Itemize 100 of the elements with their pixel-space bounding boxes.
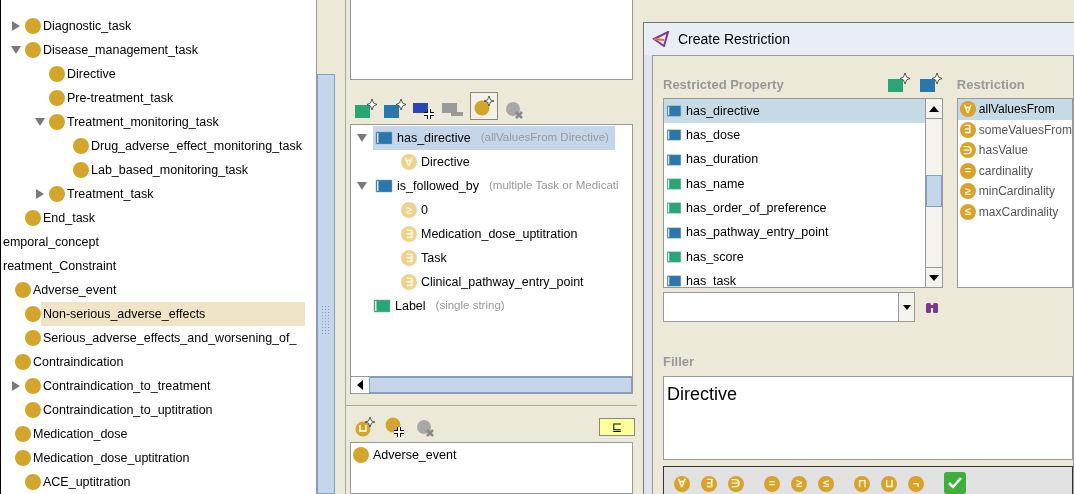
restriction-filler[interactable]: Directive [421, 152, 470, 172]
property-name: Label [395, 297, 426, 315]
restriction-star-icon [473, 95, 495, 117]
restriction-list-item[interactable]: ∀ allValuesFrom [957, 99, 1072, 120]
property-combo-box[interactable] [663, 292, 915, 322]
property-icon [666, 202, 682, 215]
restriction-list-item[interactable]: ∃ someValuesFrom [957, 119, 1072, 140]
collapsed-triangle-icon[interactable] [11, 21, 21, 31]
tree-item[interactable]: Drug_adverse_effect_monitoring_task [89, 134, 304, 158]
restriction-symbol-icon: ∀ [959, 101, 976, 118]
class-icon [25, 330, 41, 346]
restriction-filler[interactable]: Clinical_pathway_entry_point [421, 272, 584, 292]
class-icon [25, 474, 41, 490]
property-list-item[interactable]: has_order_of_preference [664, 196, 925, 221]
property-row[interactable]: has_directive (allValuesFrom Directive) [373, 126, 615, 150]
property-list-item[interactable]: has_score [664, 244, 925, 270]
restriction-symbol-icon: ∃ [401, 250, 417, 266]
property-icon [373, 299, 391, 313]
tree-item[interactable]: emporal_concept [1, 230, 101, 254]
add-class-icon[interactable] [384, 416, 406, 438]
expanded-triangle-icon[interactable] [357, 133, 367, 143]
restriction-list-item[interactable]: ≤ maxCardinality [957, 201, 1072, 222]
tree-item[interactable]: Treatment_monitoring_task [65, 110, 221, 134]
restriction-filler[interactable]: Task [421, 248, 447, 268]
class-icon [49, 114, 65, 130]
class-icon [25, 18, 41, 34]
property-name: has_directive [397, 129, 471, 147]
property-row[interactable]: Label (single string) [371, 294, 511, 318]
restriction-list-item[interactable]: ≥ minCardinality [957, 181, 1072, 202]
window-title: Create Restriction [678, 29, 791, 49]
add-datatype-property-icon[interactable] [886, 72, 911, 94]
section-heading: Restriction [956, 75, 1025, 94]
class-icon [15, 354, 31, 370]
property-icon [666, 129, 682, 142]
restriction-symbol-icon: ∃ [959, 121, 976, 138]
property-list-item[interactable]: has_task [664, 269, 925, 287]
tree-item[interactable]: Disease_management_task [41, 38, 200, 62]
property-icon [666, 178, 682, 191]
tree-item[interactable]: ACE_uptitration [41, 470, 133, 494]
tree-item[interactable]: Adverse_event [31, 278, 119, 302]
tree-item[interactable]: Contraindication [31, 350, 126, 374]
tree-item[interactable]: Treatment_task [65, 182, 156, 206]
class-icon [73, 138, 89, 154]
property-list-item[interactable]: has_name [664, 171, 925, 197]
restriction-symbol-icon: ∃ [401, 226, 417, 242]
property-row[interactable]: is_followed_by (multiple Task or Medicati [373, 174, 625, 198]
class-icon [49, 66, 65, 82]
checkmark-icon [948, 476, 962, 489]
expanded-triangle-icon[interactable] [35, 117, 45, 127]
app-logo-icon [652, 31, 670, 47]
class-icon [15, 282, 31, 298]
tree-item[interactable]: Pre-treatment_task [65, 86, 176, 110]
confirm-button[interactable] [944, 471, 966, 494]
subclass-button[interactable]: ⊑ [599, 418, 635, 436]
tree-item[interactable]: Diagnostic_task [41, 14, 134, 38]
add-object-property-icon[interactable] [918, 72, 943, 94]
list-item[interactable]: Adverse_event [373, 445, 457, 465]
collapsed-triangle-icon[interactable] [35, 189, 45, 199]
property-name: is_followed_by [397, 177, 479, 195]
tree-item[interactable]: reatment_Constraint [1, 254, 119, 278]
class-icon [25, 42, 41, 58]
property-icon [666, 153, 682, 166]
tree-item[interactable]: Contraindication_to_treatment [41, 374, 213, 398]
class-icon [15, 426, 31, 442]
collapsed-triangle-icon[interactable] [11, 381, 21, 391]
class-icon [73, 162, 89, 178]
tree-item[interactable]: Serious_adverse_effects_and_worsening_of_ [41, 326, 299, 350]
property-list-item[interactable]: has_directive [664, 99, 925, 124]
add-object-property-icon[interactable] [383, 98, 407, 120]
restriction-symbol-icon: ≥ [401, 202, 417, 218]
add-superclass-icon[interactable] [354, 416, 376, 438]
restriction-symbol-icon: ≥ [959, 183, 976, 200]
property-list-item[interactable]: has_pathway_entry_point [664, 220, 925, 245]
restriction-list-item[interactable]: ∋ hasValue [957, 140, 1072, 161]
section-heading: Restricted Property [663, 75, 785, 94]
restriction-symbol-icon: ∀ [401, 154, 417, 170]
expanded-triangle-icon[interactable] [357, 181, 367, 191]
property-list-item[interactable]: has_dose [664, 123, 925, 148]
class-icon [25, 306, 41, 322]
restriction-symbol-icon: ∋ [959, 142, 976, 159]
restriction-list-item[interactable]: = cardinality [957, 160, 1072, 181]
tree-item[interactable]: Directive [65, 62, 118, 86]
tree-item[interactable]: Medication_dose_uptitration [31, 446, 192, 470]
tree-item[interactable]: Medication_dose [31, 422, 130, 446]
class-icon [49, 186, 65, 202]
expanded-triangle-icon[interactable] [11, 45, 21, 55]
create-restriction-button[interactable] [470, 92, 498, 120]
restriction-filler[interactable]: 0 [421, 200, 428, 220]
tree-item[interactable]: Non-serious_adverse_effects [41, 302, 306, 326]
section-heading: Filler [663, 353, 696, 371]
property-note: (multiple Task or Medicati [489, 178, 619, 194]
add-datatype-property-icon[interactable] [354, 98, 378, 120]
filler-text-area[interactable]: Directive [663, 375, 1073, 460]
tree-item[interactable]: End_task [41, 206, 98, 230]
tree-item[interactable]: Lab_based_monitoring_task [89, 158, 251, 182]
restriction-filler[interactable]: Medication_dose_uptitration [421, 224, 578, 244]
property-list-item[interactable]: has_duration [664, 147, 925, 172]
class-icon [25, 402, 41, 418]
property-icon [666, 105, 682, 118]
tree-item[interactable]: Contraindication_to_uptitration [41, 398, 215, 422]
